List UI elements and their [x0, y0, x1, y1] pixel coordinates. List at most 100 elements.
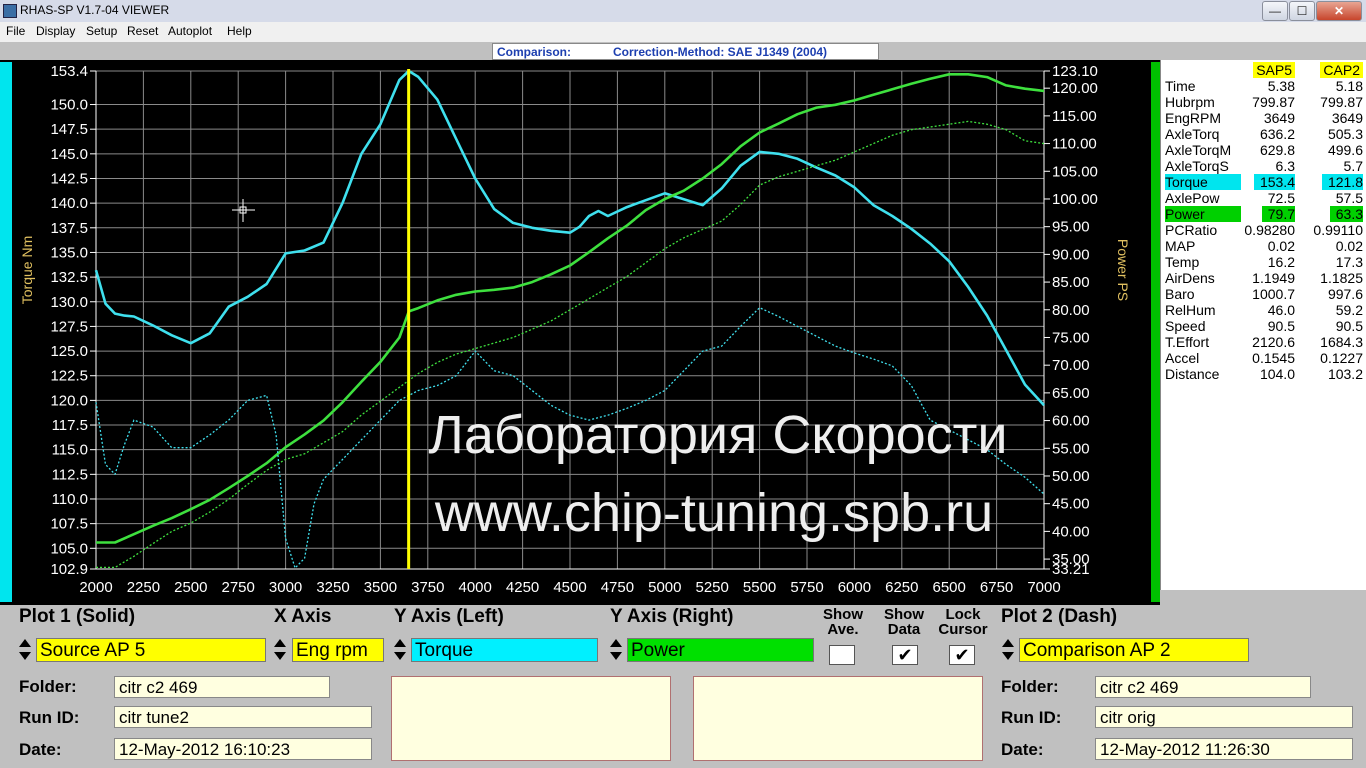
- menu-autoplot[interactable]: Autoplot: [168, 24, 212, 38]
- data-row: Speed 90.5 90.5: [1161, 318, 1366, 334]
- plot2-label: Plot 2 (Dash): [1001, 606, 1118, 627]
- yright-select[interactable]: Power: [627, 638, 814, 662]
- maximize-button[interactable]: ☐: [1289, 1, 1315, 21]
- menu-reset[interactable]: Reset: [127, 24, 158, 38]
- plot1-select[interactable]: Source AP 5: [36, 638, 266, 662]
- show-data-label: Show Data: [884, 606, 924, 638]
- y-left-tick-label: 122.5: [50, 368, 88, 385]
- menu-display[interactable]: Display: [36, 24, 75, 38]
- data-row: PCRatio 0.98280 0.99110: [1161, 222, 1366, 238]
- run1-date-field[interactable]: 12-May-2012 16:10:23: [114, 738, 372, 760]
- y-left-tick-label: 105.0: [50, 540, 88, 557]
- x-tick-label: 5750: [790, 579, 823, 596]
- show-ave-checkbox[interactable]: [829, 645, 855, 665]
- y-left-tick-label: 140.0: [50, 195, 88, 212]
- y-left-tick-label: 145.0: [50, 146, 88, 163]
- y-right-tick-label: 50.00: [1052, 468, 1090, 485]
- y-left-tick-label: 102.9: [50, 561, 88, 578]
- show-data-checkbox[interactable]: ✔: [892, 645, 918, 665]
- y-right-tick-label: 105.00: [1052, 163, 1098, 180]
- plot2-select[interactable]: Comparison AP 2: [1019, 638, 1249, 662]
- xaxis-spinner[interactable]: [272, 637, 288, 663]
- run1-runid-field[interactable]: citr tune2: [114, 706, 372, 728]
- data-row-v2: 90.5: [1335, 318, 1363, 334]
- run2-runid-field[interactable]: citr orig: [1095, 706, 1353, 728]
- run2-folder-field[interactable]: citr c2 469: [1095, 676, 1311, 698]
- x-tick-label: 3500: [364, 579, 397, 596]
- data-row-name: RelHum: [1165, 302, 1216, 318]
- data-row-v2: 63.3: [1329, 206, 1363, 222]
- x-tick-label: 2500: [174, 579, 207, 596]
- y-right-tick-label: 60.00: [1052, 413, 1090, 430]
- data-row-v2: 997.6: [1327, 286, 1363, 302]
- menu-file[interactable]: File: [6, 24, 25, 38]
- data-row-v2: 57.5: [1335, 190, 1363, 206]
- data-row-name: AirDens: [1165, 270, 1215, 286]
- data-row: Power 79.7 63.3: [1161, 206, 1366, 222]
- chart-area[interactable]: 2000 2250 2500 2750 3000 3250 3500 3750 4000 4250…: [0, 60, 1160, 605]
- x-tick-label: 4500: [553, 579, 586, 596]
- data-row-name: MAP: [1165, 238, 1196, 254]
- data-row-name: Baro: [1165, 286, 1195, 302]
- run2-header: CAP2: [1320, 62, 1363, 78]
- y-right-tick-label: 120.00: [1052, 80, 1098, 97]
- y-left-tick-label: 150.0: [50, 97, 88, 114]
- minimize-button[interactable]: —: [1262, 1, 1288, 21]
- data-row-v2: 505.3: [1327, 126, 1363, 142]
- menu-setup[interactable]: Setup: [86, 24, 117, 38]
- left-axis-label: Torque Nm: [19, 236, 35, 304]
- run1-notes-box[interactable]: [391, 676, 671, 761]
- data-row-v1: 6.3: [1275, 158, 1295, 174]
- data-row-v1: 79.7: [1261, 206, 1295, 222]
- data-row-v1: 153.4: [1253, 174, 1295, 190]
- dyno-chart[interactable]: 2000 2250 2500 2750 3000 3250 3500 3750 4000 4250…: [0, 60, 1160, 605]
- data-row: Accel 0.1545 0.1227: [1161, 350, 1366, 366]
- data-row-v1: 1.1949: [1252, 270, 1295, 286]
- data-row-v1: 629.8: [1259, 142, 1295, 158]
- run1-header: SAP5: [1253, 62, 1295, 78]
- run2-notes-box[interactable]: [693, 676, 983, 761]
- right-axis-label: Power PS: [1115, 239, 1131, 301]
- data-row: Hubrpm 799.87 799.87: [1161, 94, 1366, 110]
- yleft-spinner[interactable]: [392, 637, 408, 663]
- data-row: T.Effort 2120.6 1684.3: [1161, 334, 1366, 350]
- data-row-name: Power: [1165, 206, 1241, 222]
- x-tick-label: 6500: [933, 579, 966, 596]
- data-row: MAP 0.02 0.02: [1161, 238, 1366, 254]
- data-row: AxleTorqS 6.3 5.7: [1161, 158, 1366, 174]
- torque-color-strip: [0, 62, 12, 602]
- data-row: Time 5.38 5.18: [1161, 78, 1366, 94]
- plot2-spinner[interactable]: [1000, 637, 1016, 663]
- yleft-select[interactable]: Torque: [411, 638, 598, 662]
- data-row-v2: 5.18: [1335, 78, 1363, 94]
- run2-folder-label: Folder:: [1001, 677, 1059, 696]
- data-row-name: AxleTorq: [1165, 126, 1220, 142]
- data-row: AirDens 1.1949 1.1825: [1161, 270, 1366, 286]
- xaxis-select[interactable]: Eng rpm: [292, 638, 384, 662]
- yright-spinner[interactable]: [608, 637, 624, 663]
- y-right-tick-label: 123.10: [1052, 63, 1098, 80]
- x-tick-label: 3000: [269, 579, 302, 596]
- run1-folder-field[interactable]: citr c2 469: [114, 676, 330, 698]
- run2-date-field[interactable]: 12-May-2012 11:26:30: [1095, 738, 1353, 760]
- y-left-tick-label: 130.0: [50, 294, 88, 311]
- correction-method-label: Correction-Method: SAE J1349 (2004): [613, 45, 828, 59]
- data-row-v1: 5.38: [1267, 78, 1295, 94]
- x-tick-label: 2000: [79, 579, 112, 596]
- run1-date-label: Date:: [19, 740, 62, 759]
- lock-cursor-checkbox[interactable]: ✔: [949, 645, 975, 665]
- data-row-v1: 1000.7: [1252, 286, 1295, 302]
- close-button[interactable]: ✕: [1316, 1, 1362, 21]
- data-row-name: Hubrpm: [1165, 94, 1215, 110]
- data-row: Temp 16.2 17.3: [1161, 254, 1366, 270]
- data-panel-header: SAP5 CAP2: [1161, 62, 1366, 78]
- plot1-spinner[interactable]: [17, 637, 33, 663]
- data-row-name: Time: [1165, 78, 1196, 94]
- y-left-tick-label: 147.5: [50, 121, 88, 138]
- comparison-label: Comparison:: [497, 45, 572, 59]
- y-right-tick-label: 33.21: [1052, 561, 1090, 578]
- watermark-line-2: www.chip-tuning.spb.ru: [434, 483, 993, 543]
- show-ave-label: Show Ave.: [823, 606, 863, 638]
- run2-runid-label: Run ID:: [1001, 708, 1062, 727]
- menu-help[interactable]: Help: [227, 24, 252, 38]
